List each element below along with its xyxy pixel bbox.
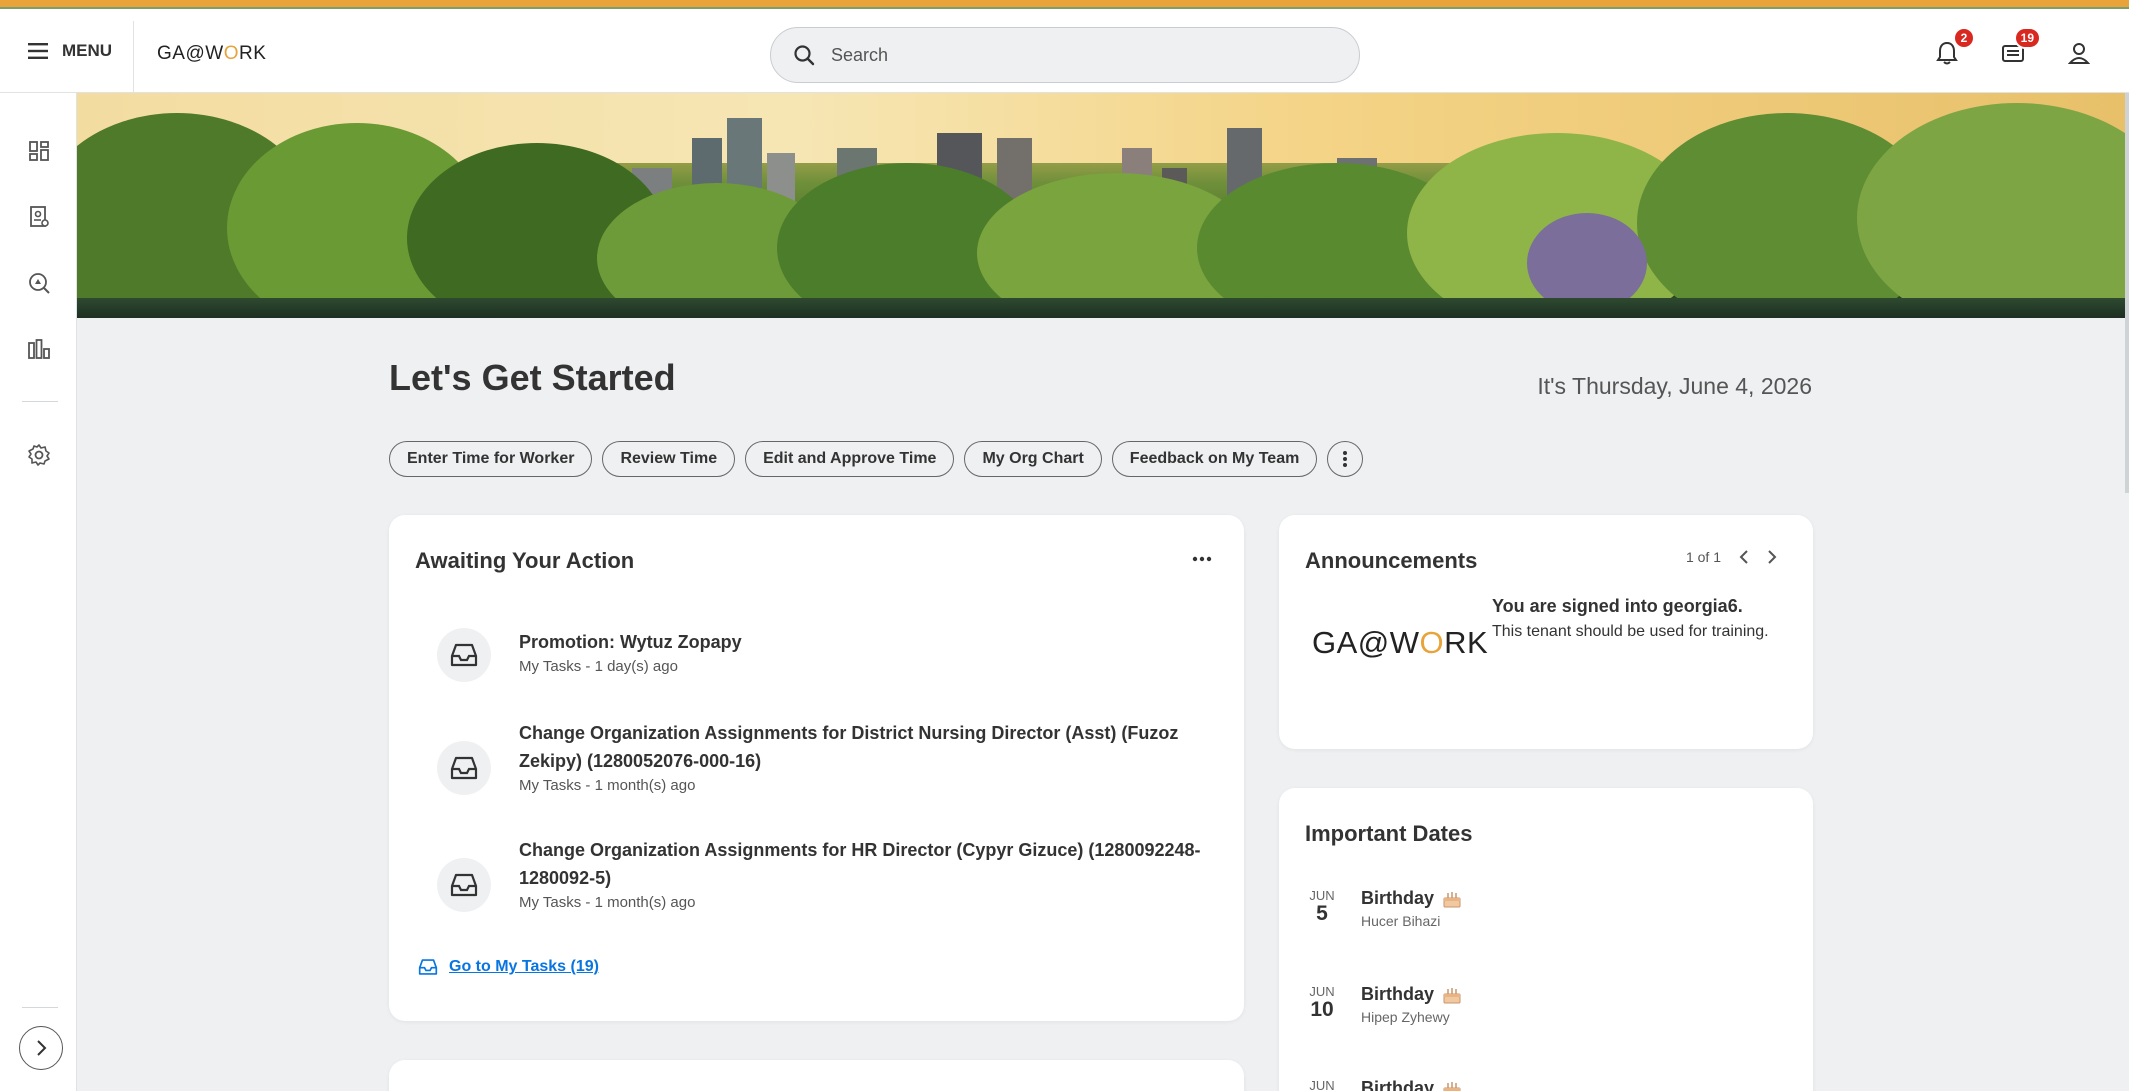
date-badge: JUN 5 [1305,888,1339,925]
my-org-chart-button[interactable]: My Org Chart [964,441,1102,477]
profile-button[interactable] [2065,39,2093,67]
event-person: Hucer Bihazi [1361,913,1441,929]
logo-text-prefix: GA@W [1312,625,1420,660]
top-actions: 2 19 [1933,27,2093,67]
notifications-badge: 2 [1953,27,1975,49]
go-to-my-tasks-link[interactable]: Go to My Tasks (19) [417,958,599,976]
task-title[interactable]: Change Organization Assignments for Dist… [519,719,1207,775]
event-title: Birthday [1361,1078,1435,1091]
review-time-button[interactable]: Review Time [602,441,736,477]
edit-and-approve-time-button[interactable]: Edit and Approve Time [745,441,955,477]
task-inbox-icon [437,628,491,682]
announcement-body: This tenant should be used for training. [1492,623,1769,640]
announcements-pager: 1 of 1 [1686,549,1777,565]
logo-power-o: O [1419,625,1445,660]
chevron-left-icon [1739,550,1748,564]
inbox-badge: 19 [2013,27,2041,49]
expand-nav-button[interactable] [19,1026,63,1070]
task-subtitle: My Tasks - 1 day(s) ago [519,658,678,675]
task-item[interactable]: Promotion: Wytuz Zopapy My Tasks - 1 day… [437,628,1207,682]
hamburger-icon [28,43,48,59]
event-person: Hipep Zyhewy [1361,1009,1450,1025]
date-month: JUN [1309,888,1335,903]
next-button[interactable] [1767,549,1777,565]
task-subtitle: My Tasks - 1 month(s) ago [519,894,696,911]
date-badge: JUN 10 [1305,984,1339,1021]
cake-icon [1443,1081,1461,1091]
notifications-button[interactable]: 2 [1933,27,1975,67]
inbox-tray-icon [418,959,438,975]
hero-water [77,298,2125,318]
dashboard-icon[interactable] [27,139,51,163]
top-bar: MENU GA@WORK 2 19 [0,7,2129,95]
nav-divider-bottom [22,1007,58,1008]
previous-button[interactable] [1739,549,1749,565]
secondary-card [389,1060,1244,1091]
date-day: 10 [1310,998,1334,1021]
search-input[interactable] [831,44,1311,66]
logo-text-suffix: RK [238,43,267,64]
page-title: Let's Get Started [389,357,676,398]
search-icon [794,45,815,66]
announcement-logo: GA@WORK [1312,625,1488,661]
current-date: It's Thursday, June 4, 2026 [1537,373,1812,399]
cake-icon [1443,891,1461,907]
announcements-card: Announcements 1 of 1 GA@WORK You are sig… [1279,515,1813,749]
search-insights-icon[interactable] [27,271,51,295]
inbox-button[interactable]: 19 [1999,27,2041,67]
task-title[interactable]: Change Organization Assignments for HR D… [519,836,1207,892]
horizontal-dots-icon [1192,556,1212,562]
task-inbox-icon [437,741,491,795]
logo-power-o: O [223,43,239,64]
date-month: JUN [1309,1078,1335,1091]
reports-icon[interactable] [27,337,51,361]
left-nav [0,93,77,1091]
directory-icon[interactable] [27,205,51,229]
date-item[interactable]: JUN 10 Birthday Hipep Zyhewy [1305,984,1462,1025]
card-options-button[interactable] [1192,549,1212,567]
task-title[interactable]: Promotion: Wytuz Zopapy [519,628,742,656]
date-item[interactable]: JUN Birthday [1305,1078,1462,1091]
company-logo[interactable]: GA@WORK [157,43,266,65]
task-subtitle: My Tasks - 1 month(s) ago [519,777,696,794]
awaiting-action-title: Awaiting Your Action [415,548,635,573]
quick-actions: Enter Time for Worker Review Time Edit a… [389,441,1364,477]
menu-button[interactable]: MENU [28,41,112,61]
more-actions-button[interactable] [1327,441,1364,477]
pager-count: 1 of 1 [1685,549,1721,565]
feedback-on-my-team-button[interactable]: Feedback on My Team [1111,441,1318,477]
cake-icon [1443,987,1461,1003]
date-month: JUN [1309,984,1335,999]
vertical-dots-icon [1343,451,1348,467]
page-scrollbar[interactable] [2125,93,2129,493]
event-title: Birthday [1361,984,1435,1004]
nav-divider [22,401,58,402]
top-accent-stripe [0,0,2129,7]
enter-time-for-worker-button[interactable]: Enter Time for Worker [389,441,593,477]
hero-banner [77,93,2125,318]
chevron-right-icon [37,1040,47,1056]
task-item[interactable]: Change Organization Assignments for HR D… [437,836,1207,914]
task-inbox-icon [437,858,491,912]
event-title: Birthday [1361,888,1435,908]
date-item[interactable]: JUN 5 Birthday Hucer Bihazi [1305,888,1462,929]
chevron-right-icon [1768,550,1777,564]
important-dates-card: Important Dates JUN 5 Birthday Hucer Bih… [1279,788,1813,1091]
search-bar[interactable] [770,27,1360,83]
awaiting-action-card: Awaiting Your Action Promotion: Wytuz Zo… [389,515,1244,1021]
announcements-title: Announcements [1305,548,1478,573]
gear-icon[interactable] [27,443,51,467]
menu-label: MENU [62,41,113,60]
date-day: 5 [1316,902,1328,925]
logo-text-suffix: RK [1444,625,1489,660]
go-to-my-tasks-label: Go to My Tasks (19) [449,958,599,975]
menu-divider [133,21,134,95]
date-badge: JUN [1305,1078,1339,1091]
important-dates-title: Important Dates [1305,821,1473,846]
task-item[interactable]: Change Organization Assignments for Dist… [437,719,1207,797]
logo-text-prefix: GA@W [157,43,224,64]
announcement-heading: You are signed into georgia6. [1492,596,1743,616]
user-icon [2068,43,2090,64]
